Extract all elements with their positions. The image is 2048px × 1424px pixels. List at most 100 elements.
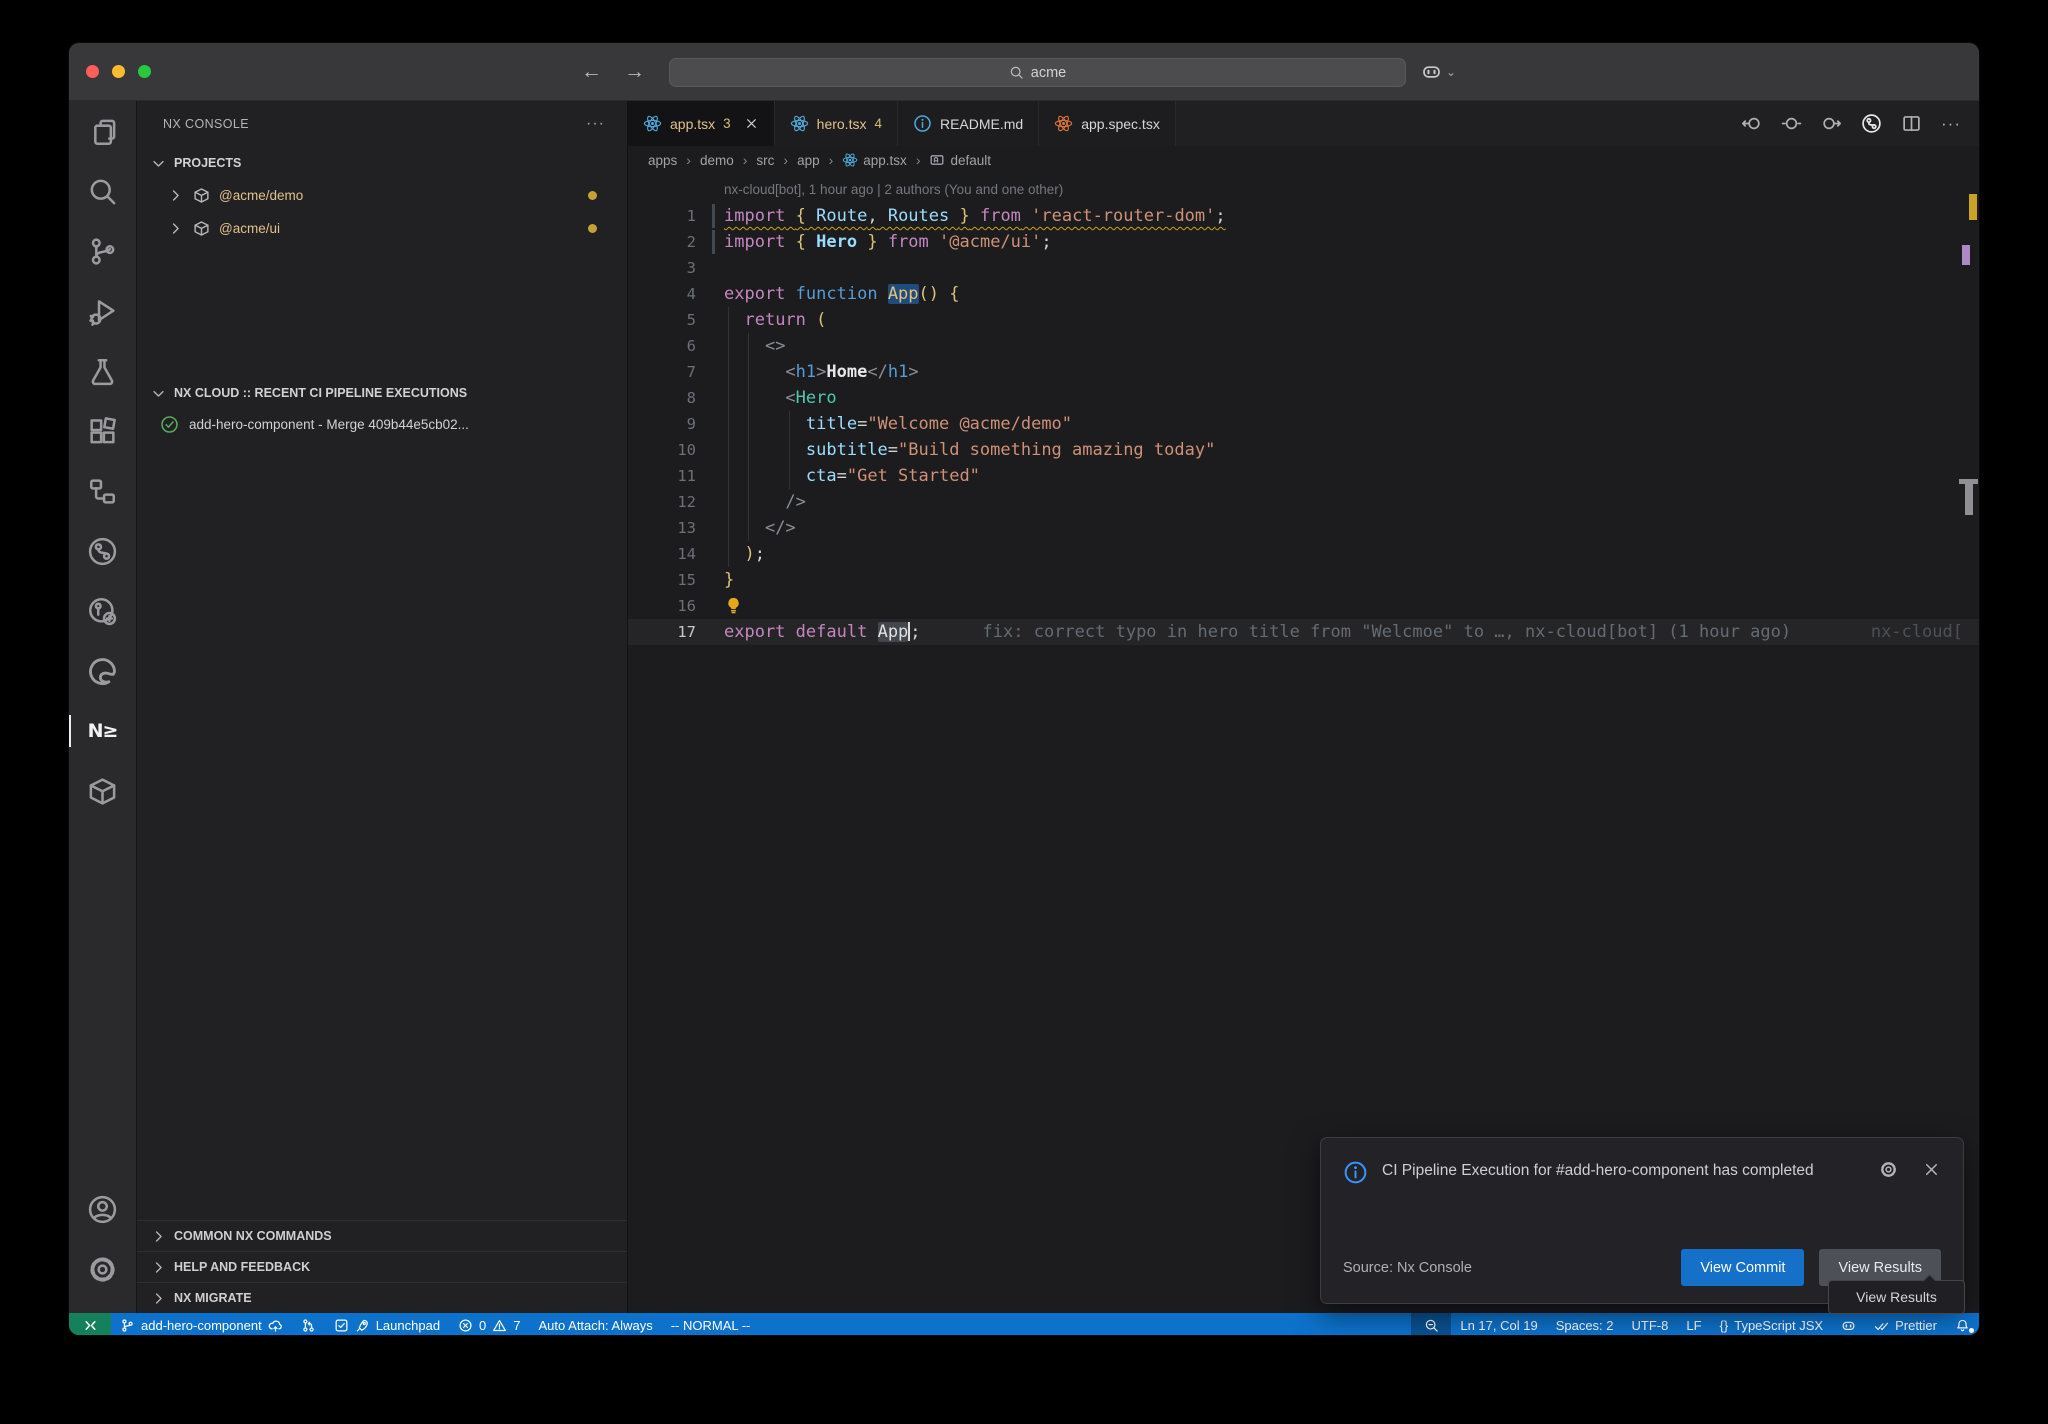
tab-README.md[interactable]: README.md (898, 101, 1039, 146)
auto-attach-item[interactable]: Auto Attach: Always (530, 1313, 662, 1336)
breadcrumb-label: apps (648, 153, 677, 168)
code-line-13[interactable]: 13 </> (628, 515, 1979, 541)
nav-back-circle-icon[interactable] (1741, 113, 1762, 134)
search-icon (1009, 65, 1024, 80)
maximize-window-button[interactable] (138, 65, 151, 78)
command-center-search[interactable]: acme (669, 58, 1406, 87)
cloud-up-icon (268, 1318, 283, 1333)
line-number: 3 (628, 255, 724, 281)
code-line-3[interactable]: 3 (628, 255, 1979, 281)
edit-check-icon (334, 1318, 349, 1333)
code-text: ); (724, 541, 765, 567)
breadcrumb-item-app[interactable]: app (797, 153, 820, 168)
code-line-10[interactable]: 10 subtitle="Build something amazing tod… (628, 437, 1979, 463)
breadcrumb-item-default[interactable]: default (929, 152, 991, 168)
sidebar-section-nx-migrate[interactable]: NX MIGRATE (137, 1282, 627, 1313)
nav-dot-circle-icon[interactable] (1781, 113, 1802, 134)
code-line-17[interactable]: 17export default App;fix: correct typo i… (628, 619, 1979, 645)
breadcrumb-item-demo[interactable]: demo (700, 153, 734, 168)
git-branch-item[interactable]: add-hero-component (111, 1313, 292, 1336)
vim-mode-item[interactable]: -- NORMAL -- (662, 1313, 760, 1336)
status-text: 7 (513, 1318, 520, 1333)
remote-icon (83, 1318, 98, 1333)
code-line-6[interactable]: 6 <> (628, 333, 1979, 359)
code-line-9[interactable]: 9 title="Welcome @acme/demo" (628, 411, 1979, 437)
tab-close-icon[interactable] (744, 116, 759, 131)
sidebar-section-help-and-feedback[interactable]: HELP AND FEEDBACK (137, 1251, 627, 1282)
gitlens-icon[interactable] (69, 581, 136, 641)
notification-settings-gear-icon[interactable] (1879, 1160, 1898, 1179)
history-forward-icon[interactable]: → (624, 60, 645, 84)
language-item[interactable]: {}TypeScript JSX (1711, 1313, 1833, 1336)
history-back-icon[interactable]: ← (581, 60, 602, 84)
code-line-5[interactable]: 5 return ( (628, 307, 1979, 333)
code-line-15[interactable]: 15} (628, 567, 1979, 593)
formatter-item[interactable]: Prettier (1865, 1313, 1946, 1336)
breadcrumb-item-apps[interactable]: apps (648, 153, 677, 168)
eol-item[interactable]: LF (1677, 1313, 1710, 1336)
notification-close-icon[interactable] (1922, 1160, 1941, 1179)
breadcrumb-item-app.tsx[interactable]: app.tsx (842, 152, 907, 168)
scm-graph-action-icon[interactable] (1861, 113, 1882, 134)
code-line-12[interactable]: 12 /> (628, 489, 1979, 515)
project-name: @acme/demo (219, 188, 303, 203)
projects-section-header[interactable]: PROJECTS (137, 147, 627, 179)
split-editor-icon[interactable] (1901, 113, 1922, 134)
project-row[interactable]: @acme/demo (137, 179, 627, 212)
copilot-item[interactable] (1832, 1313, 1865, 1336)
search-icon[interactable] (69, 161, 136, 221)
breadcrumb-item-src[interactable]: src (756, 153, 774, 168)
scm-graph-icon[interactable] (69, 521, 136, 581)
remote-indicator[interactable] (69, 1313, 111, 1336)
nx-cloud-section-header[interactable]: NX CLOUD :: RECENT CI PIPELINE EXECUTION… (137, 377, 627, 409)
extensions-icon[interactable] (69, 401, 136, 461)
code-text: </> (724, 515, 796, 541)
code-line-14[interactable]: 14 ); (628, 541, 1979, 567)
indentation-item[interactable]: Spaces: 2 (1547, 1313, 1623, 1336)
problems-item[interactable]: 07 (449, 1313, 529, 1336)
line-number: 6 (628, 333, 724, 359)
settings-gear-icon[interactable] (69, 1239, 136, 1299)
more-actions-icon[interactable]: ··· (1941, 114, 1961, 134)
account-icon[interactable] (69, 1179, 136, 1239)
tab-app.tsx[interactable]: app.tsx3 (628, 101, 775, 146)
sidebar-section-common-nx-commands[interactable]: COMMON NX COMMANDS (137, 1220, 627, 1251)
explorer-icon[interactable] (69, 101, 136, 161)
minimize-window-button[interactable] (112, 65, 125, 78)
zoom-item[interactable] (1411, 1313, 1451, 1336)
code-line-8[interactable]: 8 <Hero (628, 385, 1979, 411)
pipeline-execution-row[interactable]: add-hero-component - Merge 409b44e5cb02.… (137, 409, 627, 440)
testing-icon[interactable] (69, 341, 136, 401)
nav-forward-circle-icon[interactable] (1821, 113, 1842, 134)
encoding-item[interactable]: UTF-8 (1623, 1313, 1678, 1336)
git-blame-codelens[interactable]: nx-cloud[bot], 1 hour ago | 2 authors (Y… (628, 174, 1979, 203)
screen: ← → acme ⌄ N≥ NX CONSOLE ··· (0, 0, 2048, 1424)
project-row[interactable]: @acme/ui (137, 212, 627, 245)
run-debug-icon[interactable] (69, 281, 136, 341)
code-line-16[interactable]: 16 (628, 593, 1979, 619)
code-line-4[interactable]: 4export function App() { (628, 281, 1979, 307)
package-icon[interactable] (69, 761, 136, 821)
close-window-button[interactable] (86, 65, 99, 78)
cursor-position-item[interactable]: Ln 17, Col 19 (1451, 1313, 1546, 1336)
more-actions-icon[interactable]: ··· (586, 115, 605, 133)
code-line-2[interactable]: 2import { Hero } from '@acme/ui'; (628, 229, 1979, 255)
vscode-window: ← → acme ⌄ N≥ NX CONSOLE ··· (68, 42, 1980, 1336)
code-line-11[interactable]: 11 cta="Get Started" (628, 463, 1979, 489)
tab-app.spec.tsx[interactable]: app.spec.tsx (1039, 101, 1176, 146)
project-hierarchy-icon[interactable] (69, 461, 136, 521)
line-number: 13 (628, 515, 724, 541)
copilot-menu[interactable]: ⌄ (1421, 61, 1456, 82)
line-number: 1 (628, 203, 724, 229)
nx-console-icon[interactable]: N≥ (69, 701, 136, 761)
tab-hero.tsx[interactable]: hero.tsx4 (775, 101, 898, 146)
launchpad-item[interactable]: Launchpad (325, 1313, 449, 1336)
view-commit-button[interactable]: View Commit (1681, 1249, 1804, 1286)
code-line-7[interactable]: 7 <h1>Home</h1> (628, 359, 1979, 385)
source-control-extra-item[interactable] (292, 1313, 325, 1336)
edge-browser-icon[interactable] (69, 641, 136, 701)
code-line-1[interactable]: 1import { Route, Routes } from 'react-ro… (628, 203, 1979, 229)
source-control-icon[interactable] (69, 221, 136, 281)
lightbulb-icon[interactable] (724, 593, 743, 615)
notifications-bell[interactable] (1946, 1313, 1979, 1336)
